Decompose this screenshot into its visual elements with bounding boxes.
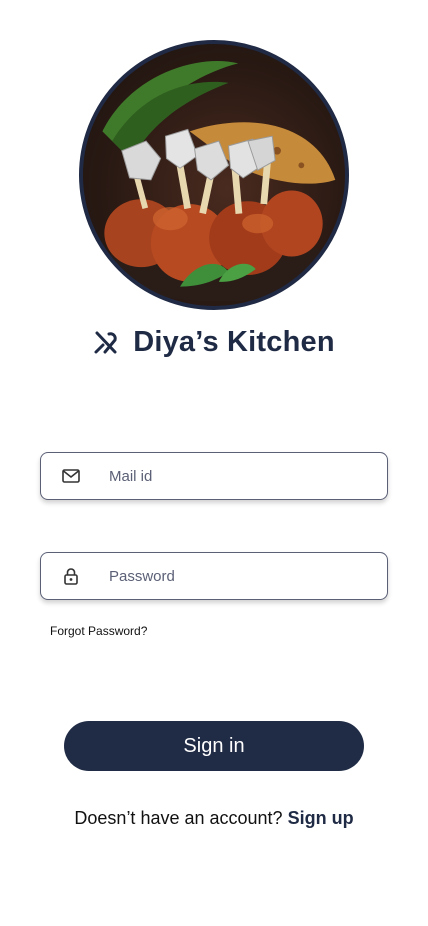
chicken-lollipop-photo bbox=[102, 61, 336, 302]
mail-icon bbox=[61, 466, 81, 486]
food-hero-image bbox=[79, 40, 349, 310]
app-title: Diya’s Kitchen bbox=[133, 326, 335, 358]
brand-header: Diya’s Kitchen bbox=[0, 326, 428, 359]
signup-prompt: Doesn’t have an account? Sign up bbox=[0, 808, 428, 829]
email-field[interactable] bbox=[40, 452, 388, 500]
email-input[interactable] bbox=[107, 466, 351, 486]
signup-prompt-text: Doesn’t have an account? bbox=[74, 808, 283, 828]
password-field[interactable] bbox=[40, 552, 388, 600]
forgot-password-link[interactable]: Forgot Password? bbox=[50, 624, 147, 638]
lock-icon bbox=[61, 566, 81, 586]
sign-up-link[interactable]: Sign up bbox=[288, 808, 354, 828]
utensils-icon bbox=[93, 330, 119, 356]
sign-in-button[interactable]: Sign in bbox=[64, 721, 364, 771]
password-input[interactable] bbox=[107, 566, 351, 586]
